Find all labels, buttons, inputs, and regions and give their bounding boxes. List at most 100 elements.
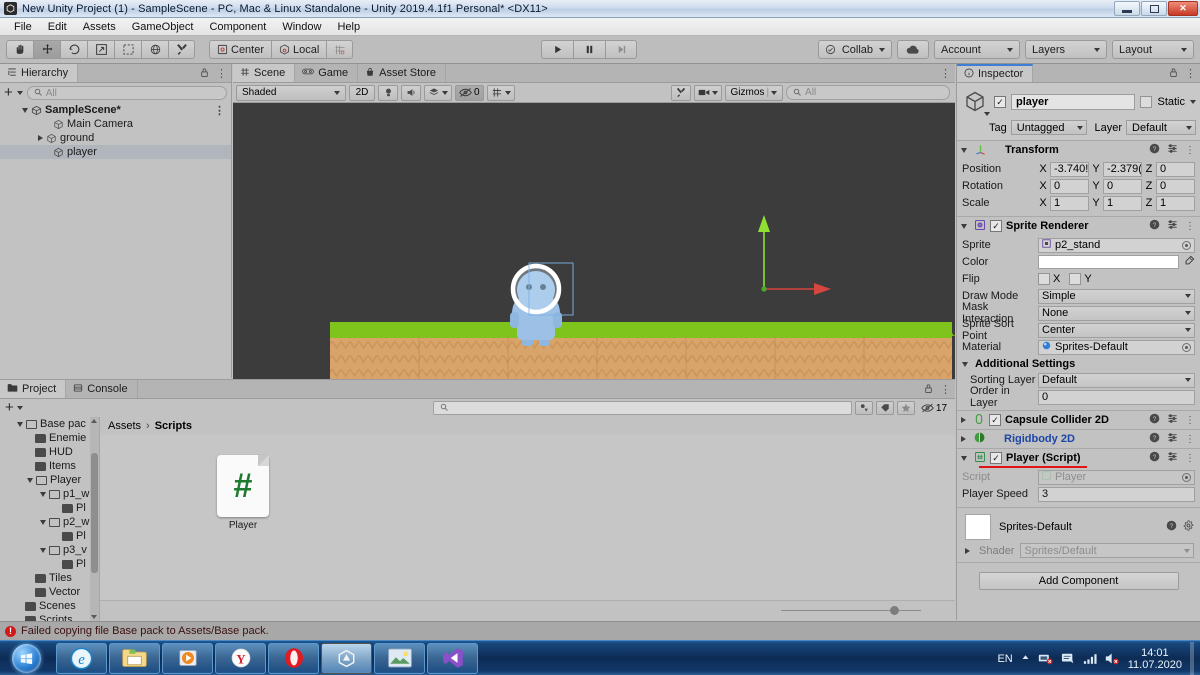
chevron-right-icon[interactable] xyxy=(38,135,43,141)
chevron-right-icon[interactable] xyxy=(961,417,966,423)
signal-icon[interactable] xyxy=(1083,653,1097,665)
scene-search-input[interactable]: All xyxy=(786,85,951,100)
color-swatch[interactable] xyxy=(1038,255,1179,269)
order-in-layer-input[interactable]: 0 xyxy=(1038,389,1195,405)
chevron-down-icon[interactable] xyxy=(40,519,46,525)
menu-icon[interactable]: ⋮ xyxy=(1185,221,1195,232)
project-hidden-count[interactable]: 17 xyxy=(918,401,950,415)
draw-mode-dropdown[interactable]: Simple xyxy=(1038,288,1195,304)
show-hidden-icons[interactable] xyxy=(1021,653,1030,665)
chevron-down-icon[interactable] xyxy=(16,406,23,410)
chevron-down-icon[interactable] xyxy=(442,90,448,95)
tree-item-p1w[interactable]: p1_w xyxy=(0,487,99,501)
position-z-input[interactable]: 0 xyxy=(1156,161,1195,177)
taskbar-unity-editor[interactable] xyxy=(321,642,372,674)
preset-icon[interactable] xyxy=(1167,451,1178,465)
network-icon[interactable] xyxy=(1038,652,1053,665)
menu-help[interactable]: Help xyxy=(329,18,368,36)
scale-tool-button[interactable] xyxy=(87,40,114,59)
handle-mode-button[interactable]: Local xyxy=(271,40,327,59)
help-icon[interactable]: ? xyxy=(1149,432,1160,446)
toggle-2d-button[interactable]: 2D xyxy=(349,84,375,101)
menu-component[interactable]: Component xyxy=(201,18,274,36)
layers-button[interactable]: Layers xyxy=(1025,40,1107,59)
close-button[interactable]: ✕ xyxy=(1168,1,1198,16)
chevron-right-icon[interactable] xyxy=(961,436,966,442)
scroll-up-icon[interactable] xyxy=(91,419,97,423)
preset-icon[interactable] xyxy=(1167,219,1178,233)
help-icon[interactable]: ? xyxy=(1166,520,1177,534)
help-icon[interactable]: ? xyxy=(1149,219,1160,233)
taskbar-yandex-browser[interactable]: Y xyxy=(215,642,266,674)
taskbar-media-player[interactable] xyxy=(162,642,213,674)
capsule-collider-enabled-checkbox[interactable]: ✓ xyxy=(989,414,1001,426)
tree-item-items[interactable]: Items xyxy=(0,459,99,473)
lock-icon[interactable] xyxy=(924,383,933,397)
cloud-button[interactable] xyxy=(897,40,929,59)
tab-game[interactable]: Game xyxy=(295,64,359,82)
chevron-down-icon[interactable] xyxy=(22,107,28,113)
tag-dropdown[interactable]: Untagged xyxy=(1010,120,1087,135)
chevron-down-icon[interactable] xyxy=(16,91,23,95)
create-button[interactable]: + xyxy=(4,85,13,102)
player-speed-input[interactable]: 3 xyxy=(1038,486,1195,502)
grid-snap-button[interactable] xyxy=(326,40,354,59)
menu-edit[interactable]: Edit xyxy=(40,18,75,36)
flip-y-checkbox[interactable] xyxy=(1069,273,1082,285)
tree-item-p2w-child[interactable]: Pl xyxy=(0,529,99,543)
flip-x-checkbox[interactable] xyxy=(1038,273,1050,285)
rigidbody-header[interactable]: Rigidbody 2D ? ⋮ xyxy=(957,430,1200,448)
scrollbar-thumb[interactable] xyxy=(91,453,98,573)
help-icon[interactable]: ? xyxy=(1149,451,1160,465)
asset-zoom-slider[interactable] xyxy=(781,606,921,615)
mask-interaction-dropdown[interactable]: None xyxy=(1038,305,1195,321)
tab-asset-store[interactable]: Asset Store xyxy=(358,64,447,82)
static-checkbox[interactable] xyxy=(1140,96,1153,108)
create-asset-button[interactable]: + xyxy=(5,400,14,417)
tree-item-tiles[interactable]: Tiles xyxy=(0,571,99,585)
preset-icon[interactable] xyxy=(1167,413,1178,427)
menu-icon[interactable]: ⋮ xyxy=(940,67,951,80)
transform-tool-button[interactable] xyxy=(141,40,168,59)
pivot-mode-button[interactable]: Center xyxy=(209,40,272,59)
sprite-renderer-enabled-checkbox[interactable]: ✓ xyxy=(990,220,1002,232)
menu-icon[interactable]: ⋮ xyxy=(216,67,227,80)
tree-item-hud[interactable]: HUD xyxy=(0,445,99,459)
chevron-down-icon[interactable] xyxy=(1190,100,1196,104)
audio-toggle-button[interactable] xyxy=(401,84,421,101)
tab-scene[interactable]: Scene xyxy=(233,64,296,82)
chevron-down-icon[interactable] xyxy=(17,421,23,427)
pause-button[interactable] xyxy=(573,40,605,59)
menu-window[interactable]: Window xyxy=(274,18,329,36)
chevron-down-icon[interactable] xyxy=(504,90,511,95)
taskbar-internet-explorer[interactable]: e xyxy=(56,642,107,674)
menu-assets[interactable]: Assets xyxy=(75,18,124,36)
chevron-down-icon[interactable] xyxy=(962,361,968,367)
fx-toggle-button[interactable] xyxy=(424,84,452,101)
taskbar-photo-viewer[interactable] xyxy=(374,642,425,674)
sprite-object-field[interactable]: p2_stand xyxy=(1038,237,1195,253)
menu-file[interactable]: File xyxy=(6,18,40,36)
scroll-down-icon[interactable] xyxy=(91,615,97,619)
scene-camera-button[interactable] xyxy=(693,84,722,101)
tree-item-base-pack[interactable]: Base pac xyxy=(0,417,99,431)
chevron-down-icon[interactable] xyxy=(961,223,967,229)
hand-tool-button[interactable] xyxy=(6,40,33,59)
breadcrumb-scripts[interactable]: Scripts xyxy=(155,420,192,432)
chevron-down-icon[interactable] xyxy=(40,491,46,497)
layout-button[interactable]: Layout xyxy=(1112,40,1194,59)
object-enabled-checkbox[interactable]: ✓ xyxy=(994,96,1006,108)
hierarchy-item-main-camera[interactable]: Main Camera xyxy=(0,117,231,131)
chevron-right-icon[interactable] xyxy=(965,547,970,554)
preset-icon[interactable] xyxy=(1167,432,1178,446)
menu-icon[interactable]: ⋮ xyxy=(1185,453,1195,464)
hierarchy-item-samplescene[interactable]: SampleScene* ⋮ xyxy=(0,103,231,117)
volume-muted-icon[interactable] xyxy=(1105,652,1120,665)
menu-gameobject[interactable]: GameObject xyxy=(124,18,202,36)
object-picker-icon[interactable] xyxy=(1182,240,1191,250)
rotation-y-input[interactable]: 0 xyxy=(1103,178,1142,194)
chevron-down-icon[interactable] xyxy=(961,147,967,153)
tab-console[interactable]: Console xyxy=(66,380,138,398)
tab-inspector[interactable]: Inspector xyxy=(957,64,1034,82)
move-tool-button[interactable] xyxy=(33,40,60,59)
